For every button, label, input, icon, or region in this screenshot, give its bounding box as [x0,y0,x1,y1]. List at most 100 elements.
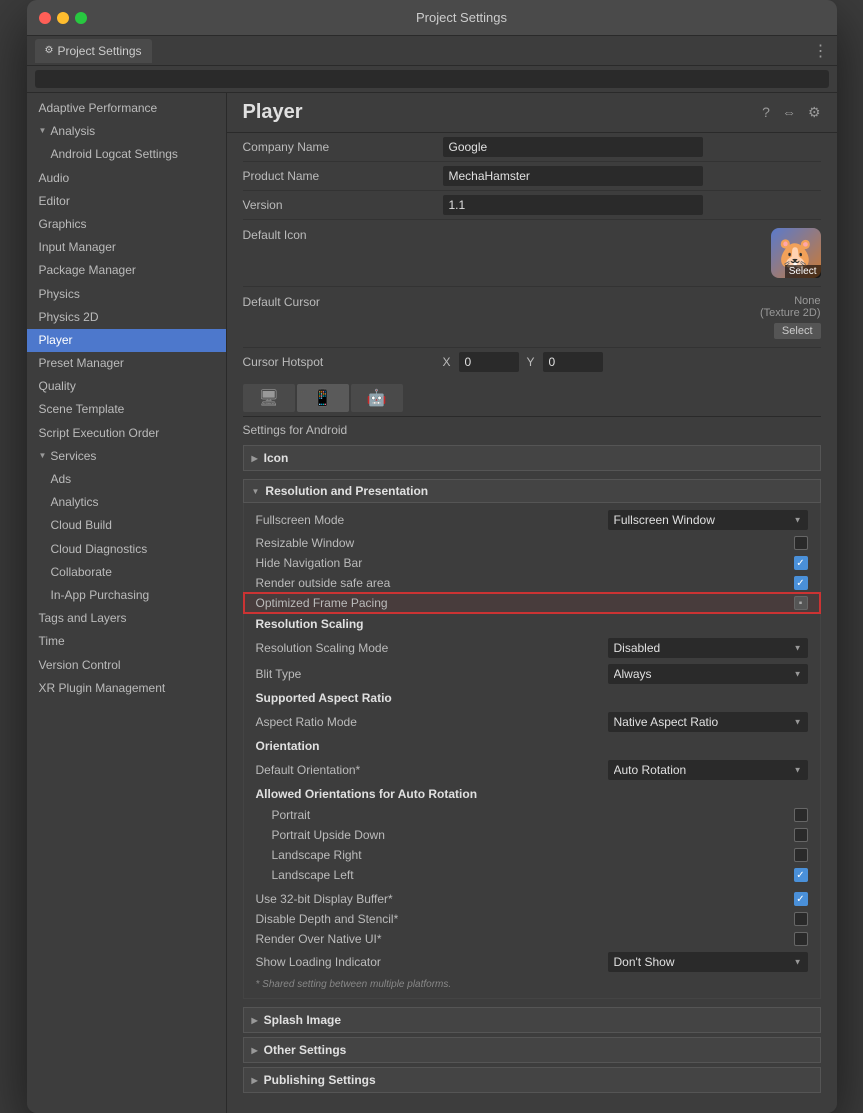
portrait-upside-down-row: Portrait Upside Down [244,825,820,845]
portrait-upside-down-label: Portrait Upside Down [256,828,794,842]
platform-tab-mobile[interactable]: 📱 [297,384,349,412]
render-over-native-row: Render Over Native UI* [244,929,820,949]
show-loading-indicator-select[interactable]: Don't Show [608,952,808,972]
hide-nav-bar-value [794,556,808,570]
fullscreen-mode-select[interactable]: Fullscreen Window [608,510,808,530]
sidebar-item-preset-manager[interactable]: Preset Manager [27,352,226,375]
sidebar-item-cloud-diagnostics[interactable]: Cloud Diagnostics [27,538,226,561]
tab-label: Project Settings [57,44,141,58]
sidebar-item-in-app-purchasing[interactable]: In-App Purchasing [27,584,226,607]
close-button[interactable] [39,12,51,24]
icon-section-header[interactable]: ▶ Icon [243,445,821,471]
version-value [443,195,821,215]
minimize-button[interactable] [57,12,69,24]
triangle-down-icon: ▼ [39,125,47,138]
product-name-input[interactable] [443,166,703,186]
use-32bit-value [794,892,808,906]
hotspot-x-input[interactable] [459,352,519,372]
search-input[interactable] [35,70,829,88]
blit-type-select[interactable]: Always [608,664,808,684]
triangle-right-other-icon: ▶ [252,1046,258,1055]
company-name-row: Company Name [243,133,821,162]
aspect-ratio-mode-select[interactable]: Native Aspect Ratio [608,712,808,732]
sidebar-item-cloud-build[interactable]: Cloud Build [27,514,226,537]
hide-nav-bar-checkbox[interactable] [794,556,808,570]
triangle-down-resolution-icon: ▼ [252,487,260,496]
sidebar: Adaptive Performance ▼ Analysis Android … [27,93,227,1113]
hide-nav-bar-row: Hide Navigation Bar [244,553,820,573]
landscape-left-checkbox[interactable] [794,868,808,882]
other-section-header[interactable]: ▶ Other Settings [243,1037,821,1063]
traffic-lights [39,12,87,24]
sidebar-item-physics[interactable]: Physics [27,283,226,306]
default-cursor-value: None(Texture 2D) Select [443,295,821,339]
aspect-ratio-mode-value: Native Aspect Ratio [608,712,808,732]
disable-depth-checkbox[interactable] [794,912,808,926]
portrait-checkbox[interactable] [794,808,808,822]
company-name-value [443,137,821,157]
resolution-scaling-select[interactable]: Disabled [608,638,808,658]
sidebar-item-player[interactable]: Player [27,329,226,352]
project-settings-tab[interactable]: ⚙ Project Settings [35,39,152,63]
optimized-frame-pacing-checkbox[interactable] [794,596,808,610]
title-bar: Project Settings [27,0,837,36]
sidebar-item-scene-template[interactable]: Scene Template [27,398,226,421]
maximize-button[interactable] [75,12,87,24]
sidebar-item-android-logcat[interactable]: Android Logcat Settings [27,143,226,166]
sidebar-item-ads[interactable]: Ads [27,468,226,491]
sidebar-item-time[interactable]: Time [27,630,226,653]
resolution-section-header[interactable]: ▼ Resolution and Presentation [243,479,821,503]
default-orientation-select[interactable]: Auto Rotation [608,760,808,780]
sidebar-item-physics-2d[interactable]: Physics 2D [27,306,226,329]
render-over-native-checkbox[interactable] [794,932,808,946]
portrait-upside-down-checkbox[interactable] [794,828,808,842]
window-title: Project Settings [99,10,825,25]
settings-icon[interactable]: ⚙ [808,104,821,121]
sidebar-item-xr-plugin[interactable]: XR Plugin Management [27,677,226,700]
publishing-section-header[interactable]: ▶ Publishing Settings [243,1067,821,1093]
sidebar-item-collaborate[interactable]: Collaborate [27,561,226,584]
content-body: Company Name Product Name Version [227,133,837,1113]
sidebar-item-quality[interactable]: Quality [27,375,226,398]
sidebar-item-analytics[interactable]: Analytics [27,491,226,514]
resizable-window-checkbox[interactable] [794,536,808,550]
layout-icon[interactable]: ⇔ [782,104,796,121]
render-safe-area-checkbox[interactable] [794,576,808,590]
version-input[interactable] [443,195,703,215]
cursor-texture-label: None(Texture 2D) [760,295,821,319]
sidebar-item-script-execution[interactable]: Script Execution Order [27,422,226,445]
splash-section-header[interactable]: ▶ Splash Image [243,1007,821,1033]
sidebar-item-version-control[interactable]: Version Control [27,654,226,677]
landscape-left-value [794,868,808,882]
resolution-scaling-header: Resolution Scaling [244,613,820,635]
platform-tab-desktop[interactable]: 🖥 [243,384,295,412]
aspect-ratio-mode-dropdown-wrapper: Native Aspect Ratio [608,712,808,732]
sidebar-item-input-manager[interactable]: Input Manager [27,236,226,259]
sidebar-item-graphics[interactable]: Graphics [27,213,226,236]
fullscreen-mode-dropdown-wrapper: Fullscreen Window [608,510,808,530]
use-32bit-checkbox[interactable] [794,892,808,906]
blit-type-row: Blit Type Always [244,661,820,687]
sidebar-item-package-manager[interactable]: Package Manager [27,259,226,282]
hotspot-y-input[interactable] [543,352,603,372]
resizable-window-label: Resizable Window [256,536,794,550]
help-icon[interactable]: ? [762,104,770,121]
platform-tabs: 🖥 📱 🤖 [243,376,821,417]
sidebar-item-editor[interactable]: Editor [27,190,226,213]
sidebar-item-services[interactable]: ▼ Services [27,445,226,468]
page-title: Player [243,101,763,124]
sidebar-item-adaptive-performance[interactable]: Adaptive Performance [27,97,226,120]
cursor-select-button[interactable]: Select [774,323,821,339]
cursor-hotspot-label: Cursor Hotspot [243,355,443,369]
use-32bit-row: Use 32-bit Display Buffer* [244,889,820,909]
company-name-input[interactable] [443,137,703,157]
use-32bit-label: Use 32-bit Display Buffer* [256,892,794,906]
landscape-right-checkbox[interactable] [794,848,808,862]
sidebar-item-audio[interactable]: Audio [27,167,226,190]
render-safe-area-label: Render outside safe area [256,576,794,590]
tab-menu-button[interactable]: ⋮ [813,41,829,61]
sidebar-item-tags-layers[interactable]: Tags and Layers [27,607,226,630]
platform-tab-android[interactable]: 🤖 [351,384,403,412]
landscape-left-row: Landscape Left [244,865,820,885]
sidebar-item-analysis[interactable]: ▼ Analysis [27,120,226,143]
